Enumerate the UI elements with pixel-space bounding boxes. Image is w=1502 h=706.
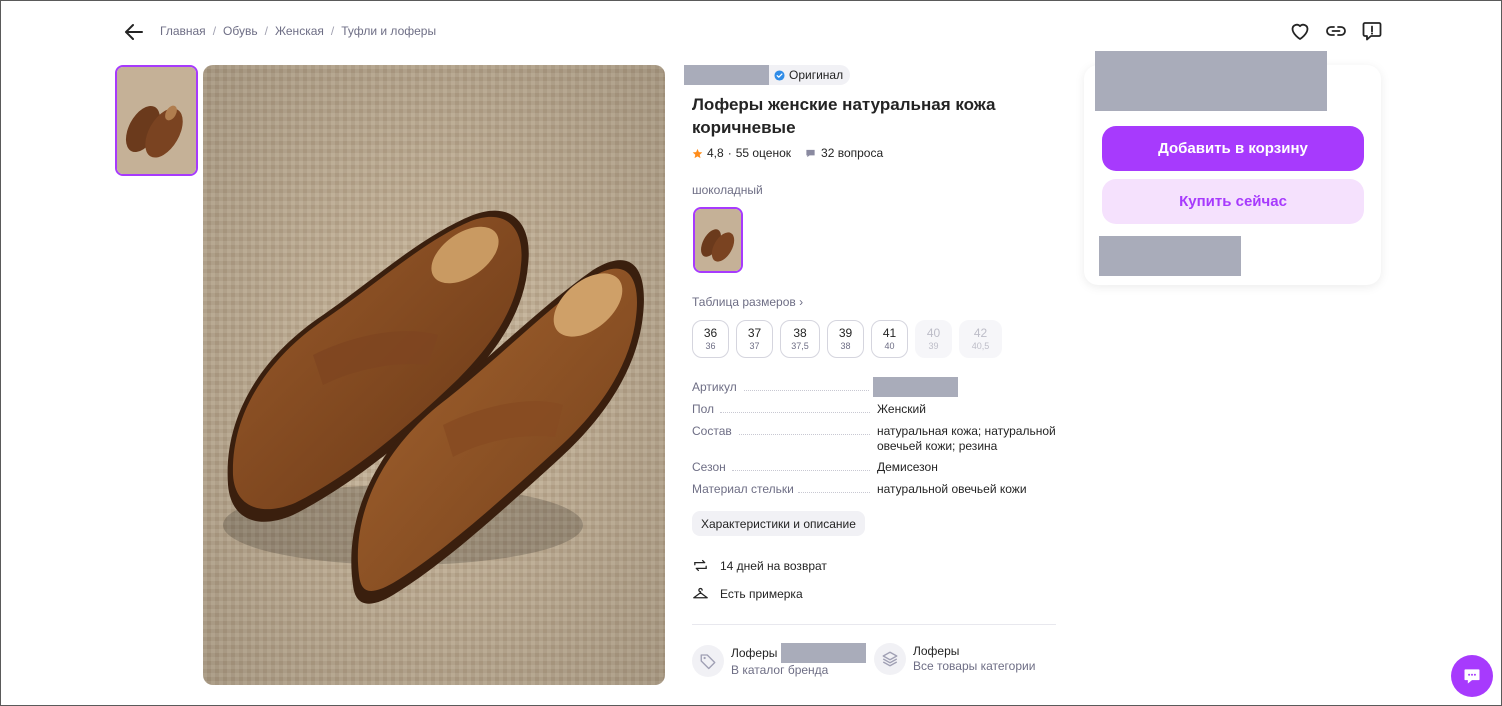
size-eu: 40 bbox=[884, 341, 895, 351]
chat-button[interactable] bbox=[1451, 655, 1493, 697]
brand-catalog-link[interactable]: Лоферы В каталог бренда bbox=[692, 643, 867, 678]
color-variant-chocolate[interactable] bbox=[693, 207, 743, 273]
feature-return-label: 14 дней на возврат bbox=[720, 558, 827, 573]
spec-label: Материал стельки bbox=[692, 482, 798, 496]
size-option-unavailable[interactable]: 40 39 bbox=[915, 320, 952, 358]
breadcrumb: Главная / Обувь / Женская / Туфли и лофе… bbox=[160, 24, 436, 38]
return-arrows-icon bbox=[694, 559, 707, 572]
tag-icon bbox=[700, 653, 716, 669]
main-product-photo[interactable] bbox=[203, 65, 665, 685]
brand-row: Оригинал bbox=[684, 65, 851, 85]
spec-leader bbox=[744, 390, 869, 391]
spec-leader bbox=[798, 492, 870, 493]
report-icon[interactable] bbox=[1360, 19, 1384, 43]
divider bbox=[692, 624, 1056, 625]
verified-icon bbox=[774, 69, 785, 81]
brand-link-subtitle: В каталог бренда bbox=[731, 663, 829, 677]
breadcrumb-item-home[interactable]: Главная bbox=[160, 24, 206, 38]
question-bubble-icon bbox=[806, 149, 815, 157]
brand-name-redacted[interactable] bbox=[684, 65, 769, 85]
loafer-photo-image bbox=[203, 65, 665, 685]
size-eu: 38 bbox=[840, 341, 851, 351]
top-actions bbox=[1288, 19, 1384, 43]
product-title: Лоферы женские натуральная кожа коричнев… bbox=[692, 95, 996, 137]
spec-label: Сезон bbox=[692, 460, 730, 474]
brand-link-title: Лоферы bbox=[731, 645, 778, 660]
hanger-icon bbox=[693, 587, 708, 599]
tag-icon-circle bbox=[692, 644, 724, 677]
spec-value: натуральной овечьей кожи bbox=[877, 482, 1027, 496]
link-icon[interactable] bbox=[1324, 19, 1348, 43]
breadcrumb-item-loafers[interactable]: Туфли и лоферы bbox=[341, 24, 436, 38]
feature-fitting-label: Есть примерка bbox=[720, 586, 803, 601]
add-to-cart-button[interactable]: Добавить в корзину bbox=[1102, 126, 1364, 171]
layers-icon-circle bbox=[874, 643, 906, 675]
loafer-thumbnail-image bbox=[117, 67, 196, 174]
size-option[interactable]: 41 40 bbox=[871, 320, 908, 358]
back-arrow-icon[interactable] bbox=[122, 20, 146, 44]
size-option-unavailable[interactable]: 42 40,5 bbox=[959, 320, 1002, 358]
size-eu: 37,5 bbox=[791, 341, 809, 351]
article-value-redacted[interactable] bbox=[873, 377, 958, 397]
spec-leader bbox=[739, 434, 870, 435]
spec-value: Женский bbox=[877, 402, 926, 416]
chat-icon bbox=[1464, 669, 1480, 684]
rating-row: 4,8 · 55 оценок 32 вопроса bbox=[692, 146, 883, 160]
original-badge: Оригинал bbox=[769, 65, 851, 85]
reviews-count[interactable]: 55 оценок bbox=[736, 146, 791, 160]
size-ru: 39 bbox=[838, 326, 853, 340]
brand-name-redacted bbox=[781, 643, 867, 663]
size-option[interactable]: 38 37,5 bbox=[780, 320, 820, 358]
characteristics-button[interactable]: Характеристики и описание bbox=[692, 511, 865, 536]
spec-label: Пол bbox=[692, 402, 719, 416]
rating-separator: · bbox=[727, 146, 732, 160]
category-link-title: Лоферы bbox=[913, 644, 960, 658]
size-eu: 39 bbox=[928, 341, 939, 351]
size-option[interactable]: 39 38 bbox=[827, 320, 864, 358]
size-ru: 42 bbox=[973, 326, 988, 340]
color-variant-image bbox=[695, 209, 741, 271]
category-link-subtitle: Все товары категории bbox=[913, 659, 1036, 673]
breadcrumb-item-shoes[interactable]: Обувь bbox=[223, 24, 258, 38]
size-eu: 37 bbox=[749, 341, 760, 351]
size-ru: 36 bbox=[703, 326, 718, 340]
heart-icon[interactable] bbox=[1288, 19, 1312, 43]
size-eu: 36 bbox=[705, 341, 716, 351]
spec-leader bbox=[720, 412, 870, 413]
spec-value: натуральная кожа; натуральной овечьей ко… bbox=[877, 424, 1056, 453]
spec-leader bbox=[732, 470, 870, 471]
breadcrumb-separator: / bbox=[264, 24, 268, 38]
category-link[interactable]: Лоферы Все товары категории bbox=[874, 643, 1035, 675]
breadcrumb-separator: / bbox=[212, 24, 217, 38]
color-name: шоколадный bbox=[692, 183, 763, 197]
size-ru: 40 bbox=[926, 326, 941, 340]
spec-label: Артикул bbox=[692, 380, 741, 394]
breadcrumb-separator: / bbox=[330, 24, 335, 38]
layers-icon bbox=[882, 651, 898, 667]
size-selector: 36 36 37 37 38 37,5 39 38 41 40 40 39 42… bbox=[692, 320, 1002, 358]
spec-value: Демисезон bbox=[877, 460, 938, 474]
gallery-thumbnail[interactable] bbox=[115, 65, 198, 176]
rating-value: 4,8 bbox=[707, 146, 724, 160]
buy-now-button[interactable]: Купить сейчас bbox=[1102, 179, 1364, 224]
size-option[interactable]: 37 37 bbox=[736, 320, 773, 358]
spec-label: Состав bbox=[692, 424, 736, 438]
size-ru: 37 bbox=[747, 326, 762, 340]
price-redacted bbox=[1095, 51, 1327, 111]
feature-return: 14 дней на возврат bbox=[692, 557, 827, 574]
questions-link[interactable]: 32 вопроса bbox=[805, 146, 883, 160]
size-table-label: Таблица размеров bbox=[692, 295, 796, 309]
feature-fitting: Есть примерка bbox=[692, 585, 803, 602]
delivery-info-redacted bbox=[1099, 236, 1241, 276]
size-table-link[interactable]: Таблица размеров › bbox=[692, 295, 803, 309]
chevron-right-icon: › bbox=[799, 295, 804, 309]
size-ru: 38 bbox=[793, 326, 807, 340]
breadcrumb-item-women[interactable]: Женская bbox=[275, 24, 324, 38]
size-eu: 40,5 bbox=[971, 341, 990, 351]
size-option[interactable]: 36 36 bbox=[692, 320, 729, 358]
questions-count: 32 вопроса bbox=[821, 146, 884, 160]
size-ru: 41 bbox=[882, 326, 897, 340]
star-icon bbox=[692, 148, 703, 158]
original-badge-label: Оригинал bbox=[789, 68, 844, 82]
